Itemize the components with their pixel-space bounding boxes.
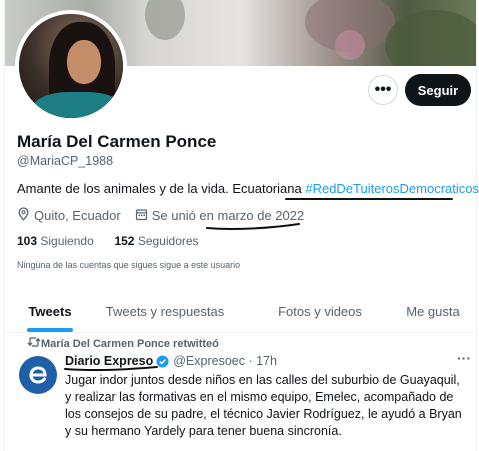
profile-avatar[interactable] xyxy=(15,10,127,122)
location-icon xyxy=(17,207,30,224)
annotation-underline-hashtag xyxy=(285,198,453,200)
profile-handle: @MariaCP_1988 xyxy=(17,154,114,168)
followers-you-know-notice[interactable]: Ninguna de las cuentas que sigues sigue … xyxy=(17,260,240,270)
tweet-text: Jugar indor juntos desde niños en las ca… xyxy=(65,373,462,438)
tab-photos-and-videos[interactable]: Fotos y videos xyxy=(255,290,385,332)
tab-tweets-and-replies[interactable]: Tweets y respuestas xyxy=(95,290,235,332)
profile-tabs: Tweets Tweets y respuestas Fotos y video… xyxy=(5,290,476,333)
calendar-icon xyxy=(135,208,148,224)
retweet-icon xyxy=(27,336,41,351)
profile-page: ••• Seguir María Del Carmen Ponce @Maria… xyxy=(4,0,479,451)
annotation-underline-joined xyxy=(206,223,300,230)
followers-link[interactable]: 152 Seguidores xyxy=(114,234,198,248)
profile-name: María Del Carmen Ponce xyxy=(17,132,217,151)
tab-active-indicator xyxy=(27,328,73,332)
tweet-author-handle[interactable]: @Expresoec · 17h xyxy=(173,354,277,368)
diario-expreso-logo[interactable] xyxy=(19,356,57,394)
tab-tweets[interactable]: Tweets xyxy=(5,290,95,332)
tweet-more-button[interactable]: ··· xyxy=(457,350,471,366)
retweet-context[interactable]: María Del Carmen Ponce retwitteó xyxy=(41,338,219,350)
profile-counts: 103 Siguiendo 152 Seguidores xyxy=(17,234,199,248)
more-options-button[interactable]: ••• xyxy=(368,75,398,105)
following-link[interactable]: 103 Siguiendo xyxy=(17,234,94,248)
follow-button[interactable]: Seguir xyxy=(405,74,471,106)
bio-hashtag-link[interactable]: #RedDeTuiterosDemocraticos xyxy=(305,181,479,196)
profile-location: Quito, Ecuador xyxy=(34,208,121,223)
tab-likes[interactable]: Me gusta xyxy=(390,290,476,332)
profile-bio: Amante de los animales y de la vida. Ecu… xyxy=(17,181,479,196)
bio-text: Amante de los animales y de la vida. Ecu… xyxy=(17,181,306,196)
